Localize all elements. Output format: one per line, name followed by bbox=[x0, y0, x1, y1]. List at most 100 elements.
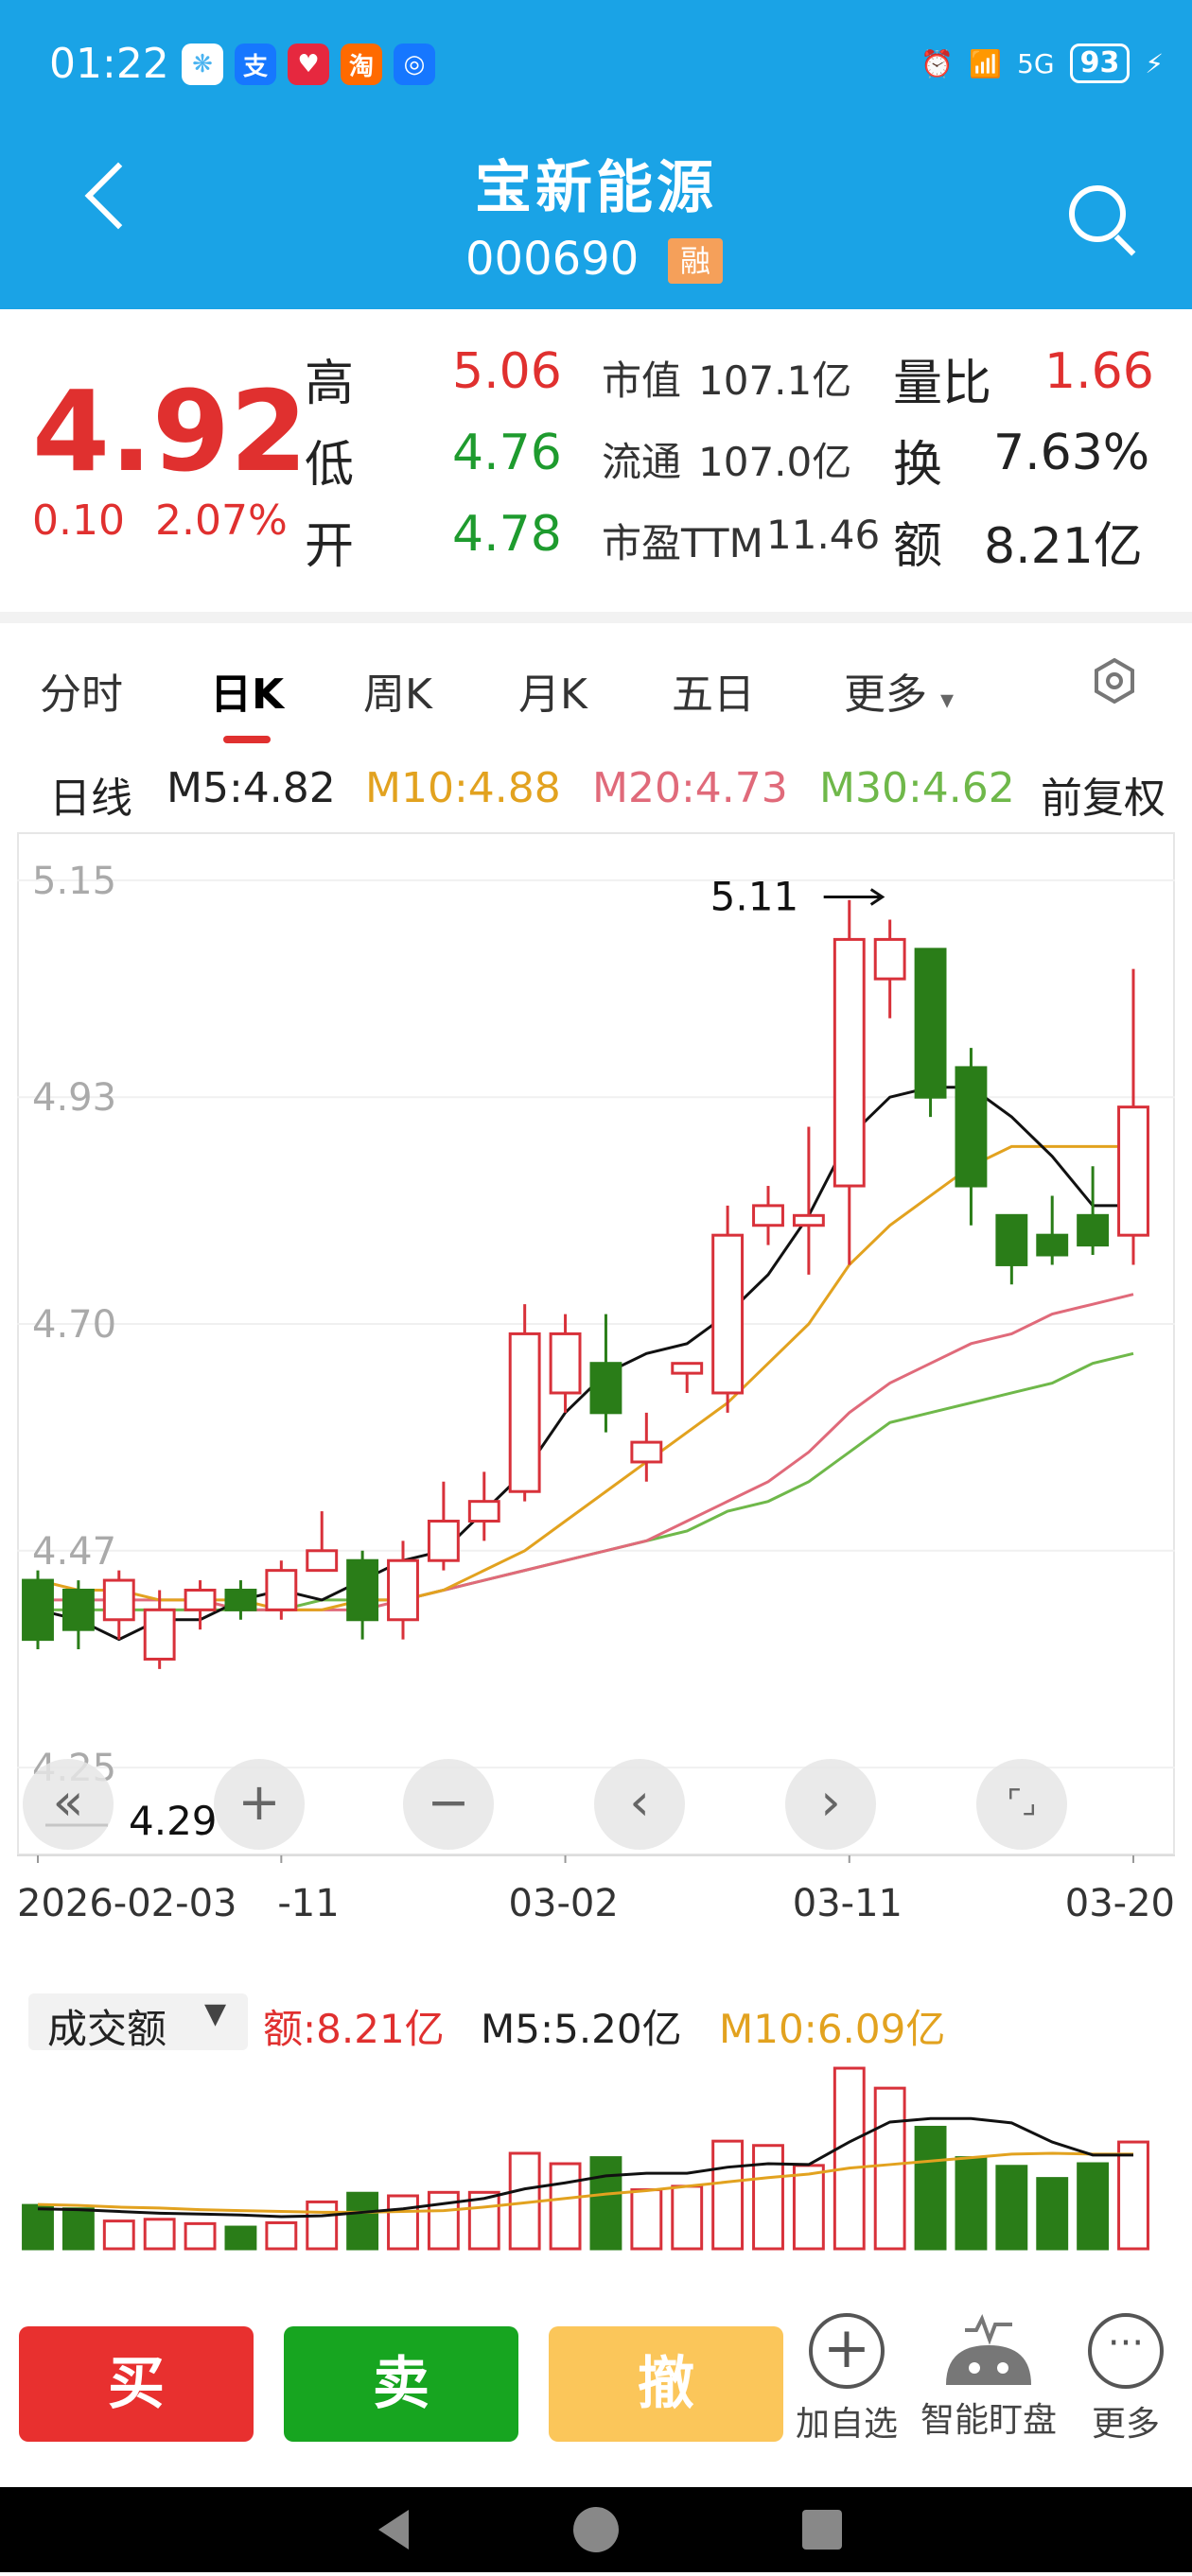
kline-svg: 5.154.934.704.474.25 5.114.29 bbox=[17, 832, 1175, 1869]
candle-body bbox=[508, 1332, 541, 1493]
buy-button[interactable]: 买 bbox=[19, 2326, 254, 2442]
adjust-mode[interactable]: 前复权 bbox=[1041, 764, 1166, 825]
candle-body bbox=[427, 1520, 460, 1562]
volume-bar bbox=[306, 2200, 339, 2251]
smart-monitor-button[interactable]: 智能盯盘 bbox=[908, 2313, 1069, 2442]
plus-icon: + bbox=[809, 2313, 885, 2389]
volume-bar bbox=[955, 2156, 988, 2251]
candle-body bbox=[549, 1332, 582, 1395]
add-watchlist-button[interactable]: + 加自选 bbox=[785, 2313, 908, 2445]
x-tick-label: 03-02 bbox=[508, 1882, 619, 1925]
scroll-left-button[interactable]: ‹ bbox=[594, 1759, 685, 1850]
alipay-icon: 支 bbox=[235, 44, 276, 85]
amount-label: 额 bbox=[893, 518, 943, 575]
volume-bar bbox=[630, 2188, 663, 2251]
tab-monthly-k[interactable]: 月K bbox=[518, 660, 587, 721]
pe-label: 市盈TTM bbox=[602, 520, 763, 566]
last-price: 4.92 bbox=[32, 366, 308, 496]
candle-body bbox=[873, 937, 906, 981]
volume-bar bbox=[61, 2207, 95, 2251]
volume-chart[interactable] bbox=[17, 1982, 1175, 2275]
candle-body bbox=[265, 1569, 298, 1611]
x-tick-label: 03-11 bbox=[792, 1882, 903, 1925]
open-value: 4.78 bbox=[452, 506, 562, 563]
float-value: 107.0亿 bbox=[698, 439, 852, 485]
more-icon: ··· bbox=[1088, 2313, 1164, 2389]
app-icon-3: ♥ bbox=[288, 44, 329, 85]
active-tab-indicator bbox=[223, 736, 271, 743]
price-change-pct: 2.07% bbox=[155, 496, 288, 545]
scroll-left-fast-button[interactable]: « bbox=[23, 1759, 114, 1850]
tab-weekly-k[interactable]: 周K bbox=[363, 660, 432, 721]
float-label: 流通 bbox=[602, 439, 682, 485]
volume-bar bbox=[833, 2066, 866, 2251]
volume-bar bbox=[914, 2125, 947, 2251]
fullscreen-button[interactable]: ⌜⌟ bbox=[976, 1759, 1067, 1850]
chevron-down-icon: ▾ bbox=[940, 684, 955, 715]
zoom-controls: « + − ‹ › ⌜⌟ bbox=[17, 1759, 1175, 1854]
candle-body bbox=[914, 948, 947, 1099]
candle-body bbox=[467, 1500, 500, 1523]
mktcap-value: 107.1亿 bbox=[698, 357, 852, 404]
volume-bar bbox=[427, 2190, 460, 2251]
status-app-icons: ❋ 支 ♥ 淘 ◎ bbox=[182, 44, 435, 85]
scroll-right-button[interactable]: › bbox=[785, 1759, 876, 1850]
volume-bar bbox=[143, 2218, 176, 2251]
volume-bar bbox=[1077, 2162, 1110, 2251]
volume-bar bbox=[346, 2191, 379, 2251]
candle-body bbox=[61, 1588, 95, 1631]
charging-icon: ⚡ bbox=[1145, 47, 1164, 79]
x-tick-label: 03-20 bbox=[1064, 1882, 1175, 1925]
ma5-value: M5:4.82 bbox=[167, 764, 336, 812]
candle-body bbox=[671, 1362, 704, 1375]
zoom-out-button[interactable]: − bbox=[403, 1759, 494, 1850]
candle-body bbox=[1077, 1213, 1110, 1247]
nav-recents-icon[interactable] bbox=[802, 2510, 842, 2550]
ma10-value: M10:4.88 bbox=[365, 764, 561, 812]
high-label: 高 bbox=[305, 356, 355, 412]
app-header: 01:22 ❋ 支 ♥ 淘 ◎ ⏰ 📶 5G 93 ⚡ 宝新能源 000690 … bbox=[0, 0, 1192, 309]
nav-home-icon[interactable] bbox=[573, 2507, 619, 2552]
sell-button[interactable]: 卖 bbox=[284, 2326, 518, 2442]
candle-body bbox=[22, 1578, 54, 1642]
volume-bar bbox=[22, 2203, 54, 2251]
candle-body bbox=[387, 1558, 419, 1622]
period-tabs: 分时 日K 周K 月K 五日 更多 ▾ bbox=[0, 624, 1192, 747]
more-button[interactable]: ··· 更多 bbox=[1069, 2313, 1183, 2445]
tab-more[interactable]: 更多 ▾ bbox=[844, 660, 954, 721]
candle-body bbox=[995, 1213, 1028, 1266]
candle-body bbox=[752, 1204, 784, 1227]
volume-bar bbox=[792, 2164, 825, 2251]
system-nav-bar bbox=[0, 2487, 1192, 2572]
zoom-in-button[interactable]: + bbox=[214, 1759, 305, 1850]
low-value: 4.76 bbox=[452, 425, 562, 481]
add-watchlist-label: 加自选 bbox=[795, 2405, 898, 2444]
tab-intraday[interactable]: 分时 bbox=[40, 660, 123, 721]
volume-bar bbox=[589, 2156, 622, 2251]
volume-bar bbox=[1117, 2140, 1149, 2251]
nav-back-icon[interactable] bbox=[378, 2510, 409, 2550]
tab-more-label: 更多 bbox=[844, 670, 927, 719]
volume-bar bbox=[671, 2184, 704, 2251]
stock-name: 宝新能源 bbox=[475, 155, 717, 221]
tab-daily-k[interactable]: 日K bbox=[210, 660, 284, 721]
candle-body bbox=[102, 1578, 135, 1622]
settings-icon[interactable] bbox=[1094, 658, 1135, 704]
x-tick-label: 2026-02-03 bbox=[17, 1882, 237, 1925]
candle-body bbox=[1036, 1233, 1069, 1257]
margin-badge: 融 bbox=[668, 238, 723, 284]
ma20-value: M20:4.73 bbox=[592, 764, 788, 812]
volume-bar bbox=[995, 2165, 1028, 2251]
search-icon[interactable] bbox=[1069, 185, 1126, 242]
volume-svg bbox=[22, 2066, 1149, 2251]
stock-code: 000690 bbox=[465, 233, 640, 286]
nav-buttons bbox=[378, 2507, 842, 2552]
signal-label: 5G bbox=[1017, 47, 1055, 79]
open-label: 开 bbox=[305, 518, 355, 575]
cancel-order-button[interactable]: 撤 bbox=[549, 2326, 783, 2442]
divider bbox=[0, 612, 1192, 623]
high-value: 5.06 bbox=[452, 343, 562, 400]
tab-five-day[interactable]: 五日 bbox=[672, 660, 755, 721]
volume-bar bbox=[387, 2194, 419, 2251]
kline-chart[interactable]: 5.154.934.704.474.25 5.114.29 « + − ‹ › … bbox=[17, 832, 1175, 1925]
